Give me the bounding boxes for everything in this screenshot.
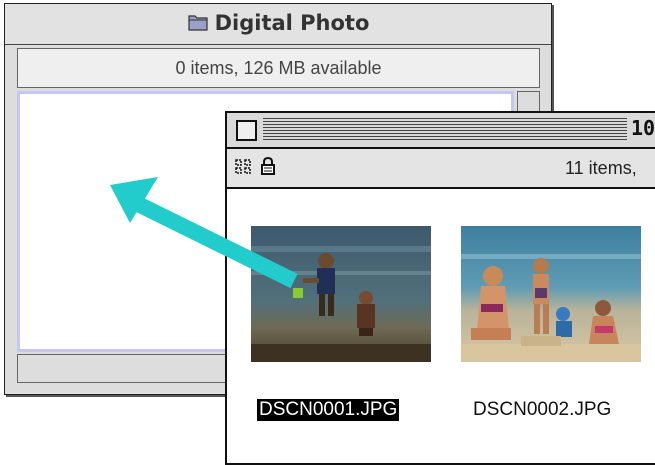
title-bar[interactable]: 103	[227, 113, 655, 149]
file-name-label[interactable]: DSCN0001.JPG	[257, 399, 400, 421]
info-bar: 0 items, 126 MB available	[17, 48, 540, 88]
close-box-icon[interactable]	[236, 120, 257, 141]
title-bar-stripes	[263, 118, 627, 140]
items-count-text: 11 items,	[565, 158, 637, 178]
photo-thumbnail-2[interactable]	[461, 226, 641, 362]
window-title-text: Digital Photo	[214, 11, 370, 35]
title-bar[interactable]: Digital Photo	[5, 4, 551, 45]
window-title: 103	[631, 116, 655, 140]
drag-arrow-icon	[110, 177, 298, 289]
folder-icon	[187, 11, 209, 33]
window-title: Digital Photo	[5, 11, 551, 35]
file-name-label[interactable]: DSCN0002.JPG	[473, 399, 611, 421]
